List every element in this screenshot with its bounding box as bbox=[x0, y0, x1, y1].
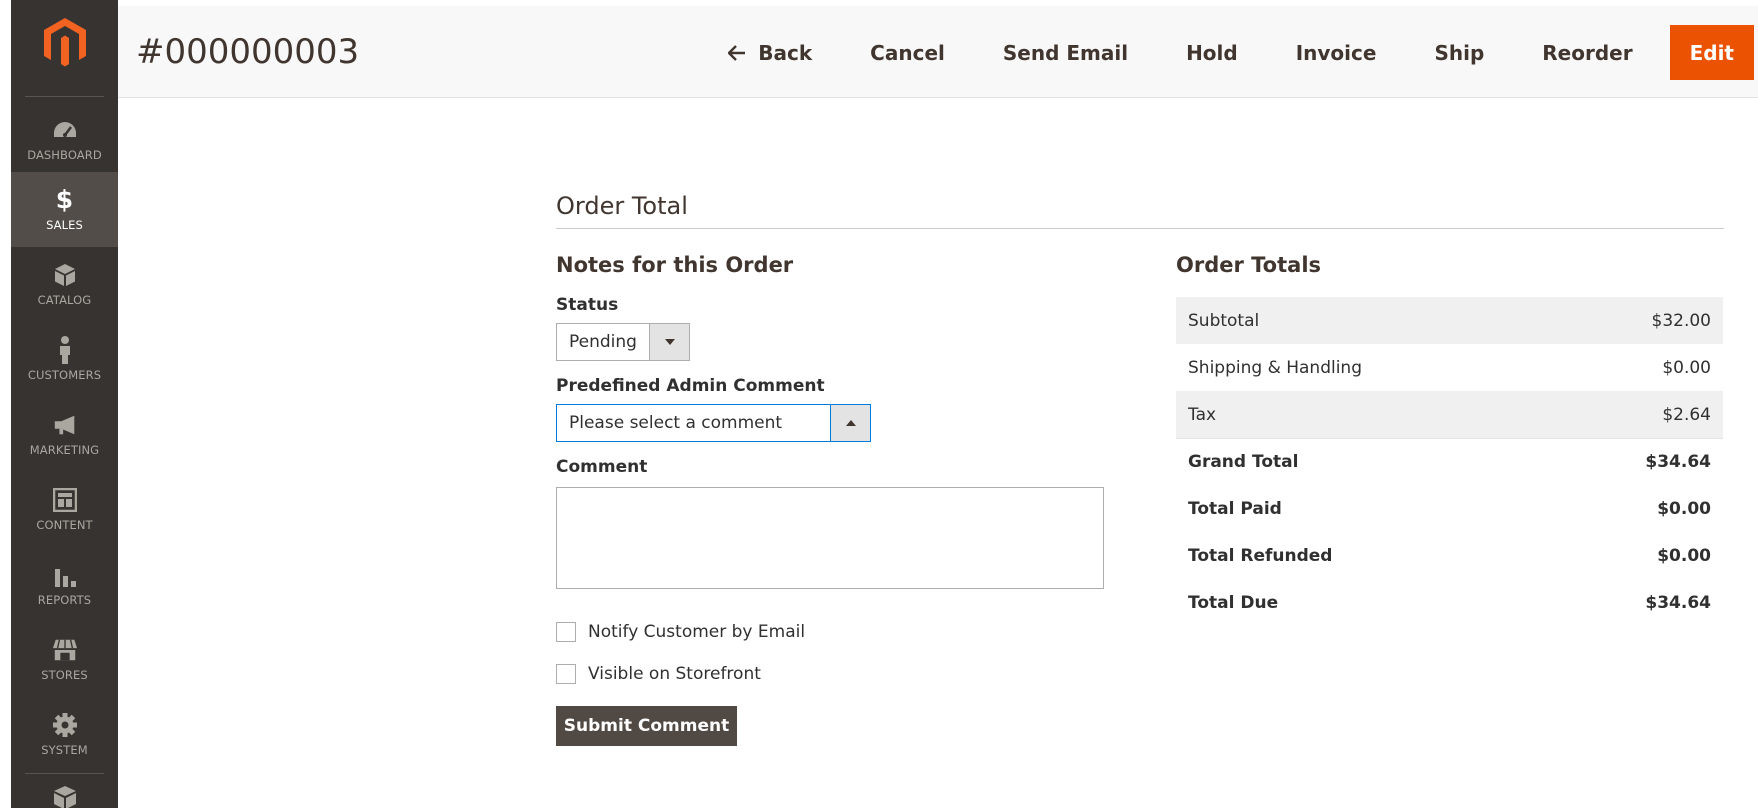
sidebar-item-dashboard[interactable]: DASHBOARD bbox=[11, 102, 118, 177]
sidebar-item-system[interactable]: SYSTEM bbox=[11, 697, 118, 772]
comment-textarea[interactable] bbox=[556, 487, 1104, 589]
page-actions: Back Cancel Send Email Hold Invoice Ship… bbox=[699, 25, 1754, 80]
storefront-icon bbox=[52, 637, 78, 663]
sidebar-item-label: SYSTEM bbox=[41, 743, 88, 757]
totals-row-value: $34.64 bbox=[1645, 592, 1711, 613]
sidebar-item-sales[interactable]: $ SALES bbox=[11, 172, 118, 247]
sidebar-item-customers[interactable]: CUSTOMERS bbox=[11, 322, 118, 397]
sidebar-item-stores[interactable]: STORES bbox=[11, 622, 118, 697]
ship-button[interactable]: Ship bbox=[1405, 25, 1513, 80]
totals-row-label: Subtotal bbox=[1188, 310, 1260, 331]
totals-row-shipping: Shipping & Handling $0.00 bbox=[1176, 344, 1723, 391]
totals-row-label: Total Due bbox=[1188, 592, 1279, 613]
totals-row-value: $32.00 bbox=[1651, 310, 1711, 331]
notes-title: Notes for this Order bbox=[556, 253, 794, 277]
predefined-comment-label: Predefined Admin Comment bbox=[556, 376, 825, 396]
totals-row-subtotal: Subtotal $32.00 bbox=[1176, 297, 1723, 344]
totals-row-label: Grand Total bbox=[1188, 452, 1299, 472]
totals-row-value: $0.00 bbox=[1662, 357, 1711, 378]
totals-row-label: Total Paid bbox=[1188, 498, 1282, 519]
predefined-comment-select[interactable]: Please select a comment bbox=[556, 404, 871, 442]
sidebar-item-content[interactable]: CONTENT bbox=[11, 472, 118, 547]
sidebar-item-catalog[interactable]: CATALOG bbox=[11, 247, 118, 322]
reorder-button[interactable]: Reorder bbox=[1513, 25, 1661, 80]
send-email-button[interactable]: Send Email bbox=[974, 25, 1157, 80]
comment-label: Comment bbox=[556, 457, 648, 477]
sidebar-item-label: STORES bbox=[41, 668, 88, 682]
sidebar-divider bbox=[25, 773, 104, 774]
invoice-button[interactable]: Invoice bbox=[1267, 25, 1406, 80]
box-icon bbox=[52, 784, 78, 808]
section-title: Order Total bbox=[556, 192, 688, 220]
layout-icon bbox=[52, 487, 78, 513]
chevron-down-icon bbox=[649, 324, 689, 360]
back-button[interactable]: Back bbox=[699, 25, 841, 80]
section-divider bbox=[556, 228, 1724, 229]
sidebar-item-label: CUSTOMERS bbox=[27, 368, 102, 382]
notify-customer-checkbox-row[interactable]: Notify Customer by Email bbox=[556, 622, 805, 642]
sidebar-item-partners[interactable] bbox=[11, 784, 118, 808]
sidebar-item-marketing[interactable]: MARKETING bbox=[11, 397, 118, 472]
totals-row-grand-total: Grand Total $34.64 bbox=[1176, 438, 1723, 485]
totals-row-total-due: Total Due $34.64 bbox=[1176, 579, 1723, 626]
sidebar-item-label: CONTENT bbox=[36, 518, 93, 532]
sidebar-item-label: MARKETING bbox=[29, 443, 100, 457]
order-totals-table: Subtotal $32.00 Shipping & Handling $0.0… bbox=[1176, 297, 1723, 626]
status-label: Status bbox=[556, 295, 619, 315]
hold-button[interactable]: Hold bbox=[1157, 25, 1267, 80]
cancel-button[interactable]: Cancel bbox=[841, 25, 974, 80]
visible-storefront-checkbox-row[interactable]: Visible on Storefront bbox=[556, 664, 761, 684]
totals-row-label: Shipping & Handling bbox=[1188, 357, 1363, 378]
arrow-left-icon bbox=[728, 44, 746, 61]
box-icon bbox=[52, 262, 78, 288]
visible-storefront-checkbox[interactable] bbox=[556, 664, 576, 684]
bar-chart-icon bbox=[52, 562, 78, 588]
totals-row-label: Tax bbox=[1188, 404, 1217, 425]
chevron-up-icon bbox=[830, 405, 870, 441]
page-title: #000000003 bbox=[136, 32, 360, 72]
submit-comment-button[interactable]: Submit Comment bbox=[556, 706, 737, 746]
totals-row-value: $34.64 bbox=[1645, 452, 1711, 472]
totals-row-total-paid: Total Paid $0.00 bbox=[1176, 485, 1723, 532]
sidebar-item-label: DASHBOARD bbox=[27, 148, 102, 162]
notify-customer-checkbox[interactable] bbox=[556, 622, 576, 642]
totals-row-value: $0.00 bbox=[1657, 545, 1711, 566]
status-select-value: Pending bbox=[569, 332, 637, 352]
status-select[interactable]: Pending bbox=[556, 323, 690, 361]
edit-button[interactable]: Edit bbox=[1669, 25, 1754, 80]
person-icon bbox=[52, 336, 78, 364]
predefined-comment-value: Please select a comment bbox=[569, 413, 783, 433]
back-label: Back bbox=[758, 40, 813, 65]
totals-row-label: Total Refunded bbox=[1188, 545, 1333, 566]
page-header: #000000003 Back Cancel Send Email Hold I… bbox=[118, 6, 1758, 98]
notify-customer-label: Notify Customer by Email bbox=[588, 622, 806, 642]
order-totals-title: Order Totals bbox=[1176, 253, 1322, 277]
sidebar-item-reports[interactable]: REPORTS bbox=[11, 547, 118, 622]
totals-row-total-refunded: Total Refunded $0.00 bbox=[1176, 532, 1723, 579]
megaphone-icon bbox=[52, 412, 78, 438]
sidebar-divider bbox=[25, 96, 104, 97]
admin-sidebar: DASHBOARD $ SALES CATALOG CUSTOMERS MARK… bbox=[11, 0, 118, 808]
totals-row-value: $2.64 bbox=[1662, 404, 1711, 425]
sidebar-item-label: REPORTS bbox=[37, 593, 92, 607]
totals-row-tax: Tax $2.64 bbox=[1176, 391, 1723, 438]
gear-icon bbox=[52, 712, 78, 738]
visible-storefront-label: Visible on Storefront bbox=[588, 664, 761, 684]
totals-row-value: $0.00 bbox=[1657, 498, 1711, 519]
speedometer-icon bbox=[52, 117, 78, 143]
magento-logo-icon[interactable] bbox=[11, 18, 118, 74]
sidebar-item-label: SALES bbox=[46, 218, 83, 232]
sidebar-item-label: CATALOG bbox=[37, 293, 92, 307]
dollar-icon: $ bbox=[55, 185, 74, 214]
